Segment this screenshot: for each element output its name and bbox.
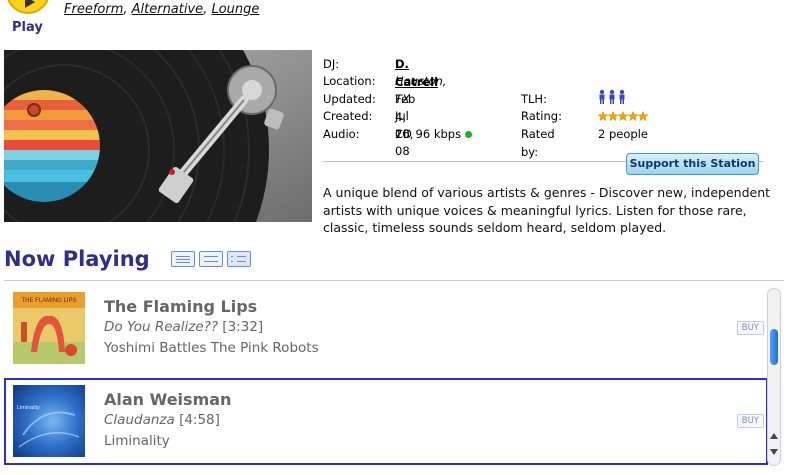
rating-label: Rating: <box>521 109 562 123</box>
track-duration: [4:58] <box>179 412 220 428</box>
list-view-icon[interactable] <box>199 251 223 267</box>
play-button[interactable] <box>6 0 50 14</box>
track-song: Claudanza [4:58] <box>104 412 220 428</box>
list-scrollbar[interactable] <box>767 288 781 466</box>
track-title: Claudanza <box>104 412 175 428</box>
track-row-selected[interactable]: Liminality Alan Weisman Claudanza [4:58]… <box>4 378 768 465</box>
track-song: Do You Realize?? [3:32] <box>104 319 263 335</box>
album-art: THE FLAMING LIPS <box>13 292 85 364</box>
album-art-text: THE FLAMING LIPS <box>21 298 76 304</box>
audio-label: Audio: <box>323 127 360 141</box>
rated-by-value: 2 people <box>598 127 648 141</box>
audio-quality: CD 96 kbps <box>395 127 462 141</box>
genre-links: Freeform, Alternative, Lounge <box>64 2 260 17</box>
rated-by-label: Rated by: <box>521 127 555 159</box>
audio-value: CD 96 kbps <box>395 126 473 144</box>
location-label: Location: <box>323 74 376 88</box>
tlh-label: TLH: <box>521 92 547 106</box>
turntable-illustration <box>4 50 312 222</box>
track-album: Yoshimi Battles The Pink Robots <box>104 340 319 356</box>
rating-stars-icon <box>597 110 650 128</box>
track-album: Liminality <box>104 433 170 449</box>
updated-label: Updated: <box>323 92 376 106</box>
genre-link-lounge[interactable]: Lounge <box>211 2 259 17</box>
now-playing-list: THE FLAMING LIPS The Flaming Lips Do You… <box>4 280 784 475</box>
scroll-down-icon[interactable] <box>770 449 778 455</box>
album-art-text: Liminality <box>17 405 40 411</box>
created-label: Created: <box>323 109 373 123</box>
support-station-button[interactable]: Support this Station <box>626 153 759 175</box>
detail-view-icon[interactable] <box>227 251 251 267</box>
tlh-people-icon <box>598 89 628 111</box>
track-artist[interactable]: The Flaming Lips <box>104 297 257 316</box>
buy-button[interactable]: BUY <box>736 321 764 335</box>
track-row[interactable]: THE FLAMING LIPS The Flaming Lips Do You… <box>4 285 768 372</box>
buy-button[interactable]: BUY <box>736 414 764 428</box>
track-title: Do You Realize?? <box>104 319 218 335</box>
view-mode-toggle <box>171 251 251 267</box>
genre-link-freeform[interactable]: Freeform <box>64 2 123 17</box>
station-image <box>4 50 312 222</box>
track-duration: [3:32] <box>222 319 264 335</box>
scroll-up-icon[interactable] <box>770 433 778 439</box>
station-description: A unique blend of various artists & genr… <box>323 185 771 235</box>
track-artist[interactable]: Alan Weisman <box>104 390 231 409</box>
scrollbar-thumb[interactable] <box>770 329 778 365</box>
status-dot-icon <box>465 131 473 138</box>
dj-label: DJ: <box>323 57 340 71</box>
play-label[interactable]: Play <box>12 20 43 35</box>
album-art: Liminality <box>13 385 85 457</box>
compact-view-icon[interactable] <box>171 251 195 267</box>
genre-link-alternative[interactable]: Alternative <box>132 2 204 17</box>
now-playing-heading: Now Playing <box>4 247 150 271</box>
